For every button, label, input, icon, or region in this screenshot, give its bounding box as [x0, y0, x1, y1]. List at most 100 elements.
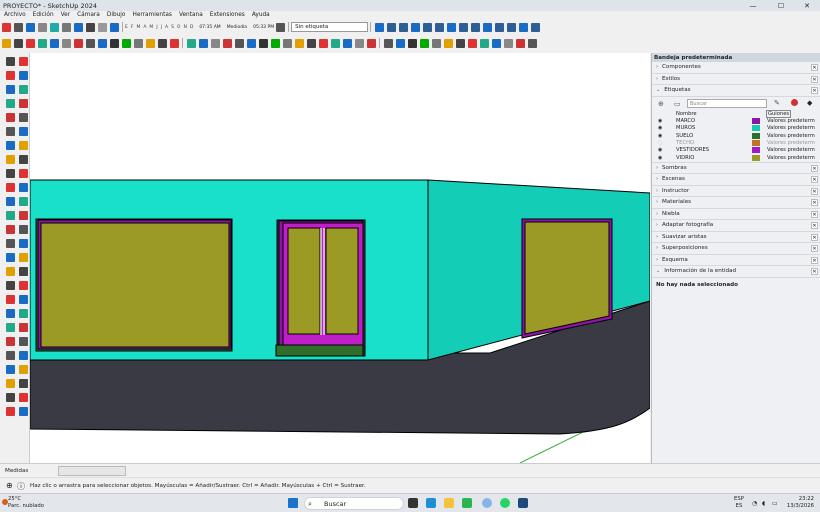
view-icon-6[interactable] — [446, 22, 456, 32]
tag-row[interactable]: ◉ VIDRIO Valores predeterm — [658, 154, 818, 161]
tag-color-swatch[interactable] — [752, 118, 760, 125]
tag-dropdown[interactable]: Sin etiqueta — [291, 22, 369, 32]
left-tool-24-0[interactable] — [5, 393, 15, 402]
sketchup-icon[interactable] — [518, 498, 528, 508]
month-3[interactable]: A — [143, 25, 146, 30]
month-2[interactable]: M — [136, 25, 140, 30]
left-tool-24-1[interactable] — [18, 393, 28, 402]
info-icon[interactable]: ⓘ — [17, 481, 25, 492]
close-icon[interactable]: ✕ — [811, 87, 818, 94]
toolbar2-icon-13[interactable] — [157, 38, 167, 48]
month-4[interactable]: M — [149, 25, 153, 30]
left-tool-6-0[interactable] — [5, 141, 15, 150]
menu-3[interactable]: Cámara — [77, 12, 100, 18]
toolbar2-icon-20[interactable] — [246, 38, 256, 48]
geo-icon[interactable]: ⊕ — [6, 481, 13, 490]
toolbar2-icon-25[interactable] — [306, 38, 316, 48]
toolbar2-icon-8[interactable] — [97, 38, 107, 48]
toolbar2-icon-42[interactable] — [515, 38, 525, 48]
month-0[interactable]: E — [125, 25, 128, 30]
tag-row[interactable]: ◉ VESTIDORES Valores predeterm — [658, 147, 818, 154]
toolbar2-icon-5[interactable] — [61, 38, 71, 48]
left-tool-10-1[interactable] — [18, 197, 28, 206]
left-tool-2-0[interactable] — [5, 85, 15, 94]
view-icon-0[interactable] — [374, 22, 384, 32]
shadow-toggle-icon[interactable] — [275, 22, 285, 32]
close-icon[interactable]: ✕ — [811, 222, 818, 229]
left-tool-8-0[interactable] — [5, 169, 15, 178]
close-icon[interactable]: ✕ — [811, 256, 818, 264]
left-tool-15-1[interactable] — [18, 267, 28, 276]
toolbar2-icon-15[interactable] — [186, 38, 196, 48]
close-icon[interactable]: ✕ — [811, 176, 818, 183]
toolbar-icon-0[interactable] — [1, 22, 11, 32]
close-icon[interactable]: ✕ — [811, 245, 818, 252]
left-tool-20-1[interactable] — [18, 337, 28, 346]
toolbar-icon-1[interactable] — [13, 22, 23, 32]
toolbar2-icon-3[interactable] — [37, 38, 47, 48]
menu-5[interactable]: Herramientas — [132, 12, 172, 18]
left-tool-4-0[interactable] — [5, 113, 15, 122]
toolbar2-icon-43[interactable] — [527, 38, 537, 48]
left-tool-7-1[interactable] — [18, 155, 28, 164]
add-tag-icon[interactable]: ⊕ — [658, 100, 664, 108]
section-tags[interactable]: ⌄ Etiquetas ✕ — [652, 85, 820, 97]
close-icon[interactable]: ✕ — [811, 210, 818, 218]
add-folder-icon[interactable]: ▭ — [674, 100, 681, 108]
edge-icon[interactable] — [426, 498, 436, 508]
tray-section-top-0[interactable]: › Componentes ✕ — [652, 62, 820, 74]
left-tool-1-0[interactable] — [5, 71, 15, 80]
toolbar2-icon-22[interactable] — [270, 38, 280, 48]
left-tool-17-0[interactable] — [5, 295, 15, 304]
month-6[interactable]: J — [161, 25, 162, 30]
left-tool-21-1[interactable] — [18, 351, 28, 360]
toolbar2-icon-31[interactable] — [383, 38, 393, 48]
left-tool-18-0[interactable] — [5, 309, 15, 318]
left-tool-7-0[interactable] — [5, 155, 15, 164]
toolbar2-icon-24[interactable] — [294, 38, 304, 48]
toolbar-icon-5[interactable] — [61, 22, 71, 32]
close-icon[interactable]: ✕ — [811, 187, 818, 195]
left-tool-0-0[interactable] — [5, 57, 15, 66]
month-9[interactable]: O — [177, 25, 181, 30]
left-tool-12-1[interactable] — [18, 225, 28, 234]
left-tool-9-1[interactable] — [18, 183, 28, 192]
left-tool-22-0[interactable] — [5, 365, 15, 374]
eye-icon[interactable]: ◉ — [658, 118, 666, 124]
toolbar2-icon-21[interactable] — [258, 38, 268, 48]
weather[interactable]: 25°C Parc. nublado — [8, 496, 44, 510]
toolbar2-icon-9[interactable] — [109, 38, 119, 48]
left-tool-3-1[interactable] — [18, 99, 28, 108]
app-icon[interactable] — [482, 498, 492, 508]
left-tool-18-1[interactable] — [18, 309, 28, 318]
model-viewport[interactable] — [30, 53, 650, 463]
toolbar2-icon-33[interactable] — [407, 38, 417, 48]
toolbar2-icon-19[interactable] — [234, 38, 244, 48]
tray-section-bottom-7[interactable]: › Superposiciones ✕ — [652, 243, 820, 255]
toolbar2-icon-6[interactable] — [73, 38, 83, 48]
toolbar2-icon-28[interactable] — [342, 38, 352, 48]
left-tool-9-0[interactable] — [5, 183, 15, 192]
toolbar2-icon-16[interactable] — [198, 38, 208, 48]
toolbar2-icon-23[interactable] — [282, 38, 292, 48]
view-icon-2[interactable] — [398, 22, 408, 32]
tray-section-bottom-1[interactable]: › Escenas ✕ — [652, 174, 820, 186]
color-by-tag-icon[interactable] — [791, 98, 798, 106]
maximize-button[interactable]: ☐ — [770, 0, 792, 11]
toolbar2-icon-26[interactable] — [318, 38, 328, 48]
left-tool-21-0[interactable] — [5, 351, 15, 360]
explorer-icon[interactable] — [444, 498, 454, 508]
tag-color-swatch[interactable] — [752, 147, 760, 154]
taskbar-search[interactable]: Buscar — [304, 497, 404, 510]
left-tool-4-1[interactable] — [18, 113, 28, 122]
left-tool-10-0[interactable] — [5, 197, 15, 206]
tray-section-top-1[interactable]: › Estilos ✕ — [652, 74, 820, 85]
view-icon-13[interactable] — [530, 22, 540, 32]
tag-row[interactable]: ◌ TECHO Valores predeterm — [658, 139, 818, 146]
toolbar2-icon-36[interactable] — [443, 38, 453, 48]
section-entity-info[interactable]: ⌄ Información de la entidad ✕ — [652, 266, 820, 278]
toolbar2-icon-41[interactable] — [503, 38, 513, 48]
left-tool-22-1[interactable] — [18, 365, 28, 374]
eyedropper-icon[interactable]: ✎ — [774, 99, 780, 107]
eye-icon[interactable]: ◉ — [658, 147, 666, 153]
